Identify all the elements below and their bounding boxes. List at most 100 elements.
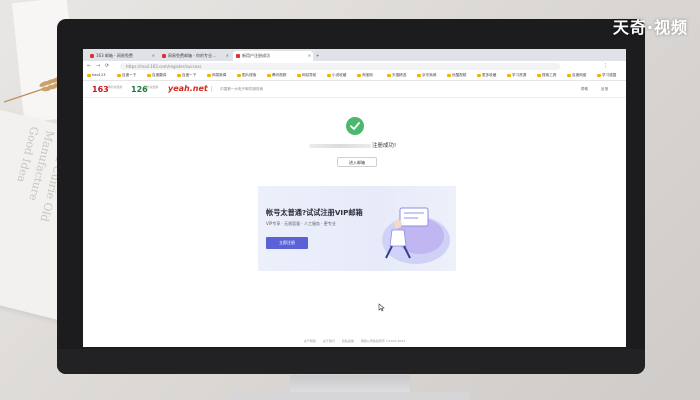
vip-promo-banner[interactable]: 帐号太普通?试试注册VIP邮箱 VIP专享 · 无限容量 · 人工服务 · 更专… [258, 186, 456, 271]
bookmark-icon [387, 73, 391, 77]
bookmark-icon [297, 73, 301, 77]
bookmark-item[interactable]: 网易新闻 [207, 72, 226, 79]
bookmark-label: hao123 [92, 73, 106, 77]
logo-163-subtitle: 网易免费邮 [108, 85, 122, 89]
site-slogan: 中国第一大电子邮件服务商 [220, 87, 264, 91]
feedback-link[interactable]: 反馈 [601, 86, 608, 92]
forward-icon[interactable]: → [96, 62, 100, 70]
bookmark-icon [147, 73, 151, 77]
bookmark-item[interactable]: 百度一下 [117, 72, 136, 79]
bookmark-icon [87, 73, 91, 77]
vip-register-button[interactable]: 立即注册 [266, 237, 308, 249]
bookmark-label: 百度一下 [122, 73, 137, 77]
bookmark-item[interactable]: 百度一下 [177, 72, 196, 79]
footer-link[interactable]: 关于我们 [323, 339, 335, 343]
promo-title: 帐号太普通?试试注册VIP邮箱 [266, 208, 363, 217]
url-input[interactable]: https://mail.163.com/register/success [120, 62, 560, 70]
logo-163[interactable]: 163 [92, 85, 109, 94]
enter-mailbox-button[interactable]: 进入邮箱 [337, 157, 377, 167]
tab-favicon-icon [162, 54, 166, 58]
bookmark-label: 网易新闻 [212, 73, 227, 77]
bookmark-item[interactable]: 搜索工具 [537, 72, 556, 79]
reload-icon[interactable]: ⟳ [105, 62, 109, 70]
tab-bar: 163 邮箱 - 网易免费 ✕ 网易免费邮箱 - 你的专业... ✕ 新用户注册… [83, 49, 626, 61]
bookmark-item[interactable]: 优酷视频 [447, 72, 466, 79]
bookmark-item[interactable]: 腾讯视频 [267, 72, 286, 79]
tab-label: 新用户注册成功 [242, 53, 270, 58]
bookmark-icon [357, 73, 361, 77]
menu-icon[interactable]: ⋮ [603, 62, 608, 70]
bookmark-label: 图片搜索 [242, 73, 257, 77]
bookmark-label: 学习强国 [602, 73, 617, 77]
bookmark-label: 小说收藏 [332, 73, 347, 77]
bookmark-icon [237, 73, 241, 77]
bookmark-item[interactable]: 图片搜索 [237, 72, 256, 79]
success-message: 注册成功! [372, 143, 397, 149]
bookmark-label: 京东商城 [422, 73, 437, 77]
bookmark-item[interactable]: 学习强国 [597, 72, 616, 79]
bookmark-label: 腾讯视频 [272, 73, 287, 77]
success-check-icon [346, 117, 364, 135]
bookmark-icon [117, 73, 121, 77]
footer-copyright: 网易公司版权所有 ©1997-2023 [360, 339, 406, 343]
video-watermark: 天奇·视频 [612, 18, 688, 37]
bookmark-item[interactable]: 淘宝网 [357, 72, 373, 79]
bookmark-item[interactable]: hao123 [87, 72, 106, 79]
monitor-chin [57, 349, 645, 374]
bookmark-item[interactable]: 百度翻译 [147, 72, 166, 79]
footer-link[interactable]: 隐私政策 [342, 339, 354, 343]
bookmark-label: 优酷视频 [452, 73, 467, 77]
bookmark-icon [207, 73, 211, 77]
divider [211, 86, 212, 92]
logo-126-subtitle: 网易免费邮 [144, 85, 158, 89]
bookmark-label: 网站导航 [302, 73, 317, 77]
bookmark-icon [267, 73, 271, 77]
tab-favicon-icon [236, 54, 240, 58]
tab-label: 163 邮箱 - 网易免费 [96, 53, 133, 58]
tab-favicon-icon [90, 54, 94, 58]
bookmark-icon [327, 73, 331, 77]
bookmark-item[interactable]: 小说收藏 [327, 72, 346, 79]
bookmark-item[interactable]: 京东商城 [417, 72, 436, 79]
bookmark-label: 百度一下 [182, 73, 197, 77]
browser-screen: 163 邮箱 - 网易免费 ✕ 网易免费邮箱 - 你的专业... ✕ 新用户注册… [83, 49, 626, 347]
bookmark-label: 搜索工具 [542, 73, 557, 77]
help-link[interactable]: 帮助 [581, 86, 588, 92]
bookmarks-bar: hao123 百度一下 百度翻译 百度一下 网易新闻 图片搜索 腾讯视频 网站导航 小说收藏 淘宝… [83, 71, 626, 81]
address-bar-row: ← → ⟳ https://mail.163.com/register/succ… [83, 61, 626, 71]
logo-yeah[interactable]: yeah.net [168, 84, 208, 93]
bookmark-item[interactable]: 更多收藏 [477, 72, 496, 79]
bookmark-icon [417, 73, 421, 77]
bookmark-item[interactable]: 网站导航 [297, 72, 316, 79]
new-tab-button[interactable]: + [315, 51, 323, 61]
tab-register-success[interactable]: 新用户注册成功 ✕ [233, 51, 313, 61]
blurred-account-name [309, 144, 371, 148]
mouse-cursor-icon [378, 303, 385, 312]
bookmark-icon [447, 73, 451, 77]
close-icon[interactable]: ✕ [152, 51, 155, 61]
bookmark-item[interactable]: 学习资源 [507, 72, 526, 79]
tab-mail-home[interactable]: 网易免费邮箱 - 你的专业... ✕ [159, 51, 231, 61]
tab-label: 网易免费邮箱 - 你的专业... [168, 53, 216, 58]
bookmark-item[interactable]: 天猫精选 [387, 72, 406, 79]
tab-163-mail[interactable]: 163 邮箱 - 网易免费 ✕ [87, 51, 157, 61]
bookmark-label: 百度翻译 [152, 73, 167, 77]
bookmark-label: 更多收藏 [482, 73, 497, 77]
bookmark-icon [537, 73, 541, 77]
bookmark-icon [567, 73, 571, 77]
close-icon[interactable]: ✕ [226, 51, 229, 61]
bookmark-label: 淘宝网 [362, 73, 373, 77]
vip-illustration [382, 207, 450, 264]
bookmark-icon [477, 73, 481, 77]
site-header: 163 网易免费邮 126 网易免费邮 yeah.net 中国第一大电子邮件服务… [83, 81, 626, 98]
bookmark-icon [507, 73, 511, 77]
close-icon[interactable]: ✕ [308, 51, 311, 61]
bookmark-label: 学习资源 [512, 73, 527, 77]
bookmark-item[interactable]: 百度网盘 [567, 72, 586, 79]
back-icon[interactable]: ← [87, 62, 91, 70]
bookmark-label: 天猫精选 [392, 73, 407, 77]
bookmark-icon [177, 73, 181, 77]
bookmark-icon [597, 73, 601, 77]
monitor-base [230, 392, 470, 400]
footer-link[interactable]: 关于网易 [304, 339, 316, 343]
